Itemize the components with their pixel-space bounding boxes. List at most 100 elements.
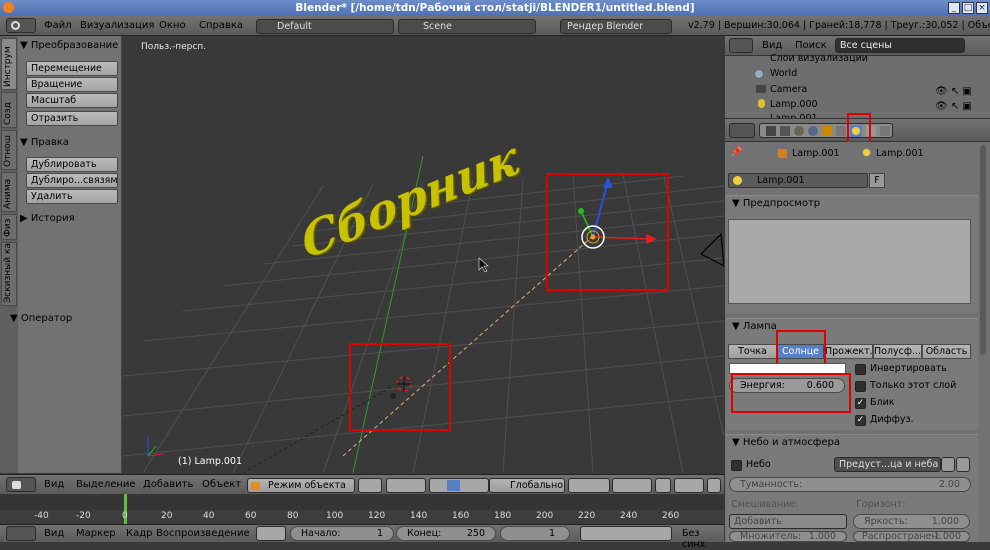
scene-tab-icon[interactable] [794, 126, 804, 136]
history-panel-header[interactable]: ▶ История [20, 213, 120, 224]
object-tab-icon[interactable] [822, 126, 832, 136]
timeline-menu-frame[interactable]: Кадр [126, 528, 153, 539]
menu-render[interactable]: Визуализация [80, 20, 154, 31]
outliner-row-camera[interactable]: Camera [770, 84, 807, 95]
blend-mode-select[interactable]: Добавить [729, 514, 847, 529]
duplicate-linked-button[interactable]: Дублиро...связями [26, 173, 118, 188]
turbidity-slider[interactable]: Туманность: 2.00 [729, 477, 971, 492]
layer-lock-button[interactable] [655, 478, 671, 493]
shading-select[interactable] [358, 478, 382, 493]
tab-tools[interactable]: Инструм [1, 38, 17, 90]
tab-create[interactable]: Созд [1, 92, 17, 128]
maximize-button[interactable]: □ [962, 2, 974, 14]
menu-file[interactable]: Файл [44, 20, 72, 31]
tick-label: 140 [410, 511, 428, 521]
menu-help[interactable]: Справка [199, 20, 243, 31]
close-button[interactable]: × [976, 2, 988, 14]
end-frame-field[interactable]: Конец: 250 [396, 526, 496, 541]
pivot-select[interactable] [386, 478, 426, 493]
menu-select[interactable]: Выделение [76, 479, 136, 490]
preview-panel-header[interactable]: ▼ Предпросмотр [732, 198, 820, 209]
this-layer-only-checkbox[interactable] [855, 381, 866, 392]
world-tab-icon[interactable] [808, 126, 818, 136]
timeline-area[interactable]: -40 -20 0 20 40 60 80 100 120 140 160 18… [0, 494, 724, 524]
fake-user-button[interactable]: F [869, 173, 885, 188]
properties-scrollbar[interactable] [980, 145, 986, 355]
sky-checkbox[interactable] [731, 460, 742, 471]
transform-panel-header[interactable]: ▼ Преобразование [20, 40, 120, 51]
add-preset-button[interactable] [941, 457, 955, 472]
scene-selector[interactable]: Scene [398, 19, 536, 34]
render-tab-icon[interactable] [766, 126, 776, 136]
pin-icon[interactable]: 📌 [730, 147, 742, 158]
context-tabs[interactable] [759, 123, 893, 138]
mirror-button[interactable]: Отразить [26, 111, 118, 126]
minimize-button[interactable]: _ [948, 2, 960, 14]
lamp-type-hemi[interactable]: Полусф... [873, 344, 922, 359]
playback-controls[interactable] [580, 526, 672, 541]
outliner-row-lamp-000[interactable]: Lamp.000 [770, 99, 818, 110]
lamp-panel-header[interactable]: ▼ Лампа [732, 321, 777, 332]
screen-layout-field[interactable]: Default [256, 19, 394, 34]
menu-window[interactable]: Окно [159, 20, 186, 31]
layers-row-2[interactable] [612, 478, 652, 493]
tab-animation[interactable]: Анима [1, 172, 17, 212]
outliner-row-world[interactable]: World [770, 68, 797, 79]
menu-view[interactable]: Вид [44, 479, 64, 490]
outliner-menu-search[interactable]: Поиск [795, 40, 827, 51]
timeline-menu-playback[interactable]: Воспроизведение [156, 528, 250, 539]
layers-row-1[interactable] [568, 478, 610, 493]
datablock-name[interactable]: Lamp.001 [757, 175, 805, 186]
invert-checkbox[interactable] [855, 364, 866, 375]
lamp-type-spot[interactable]: Прожект... [824, 344, 879, 359]
render-layers-tab-icon[interactable] [780, 126, 790, 136]
snap-button[interactable] [707, 478, 721, 493]
spread-slider[interactable]: Распространен: 1.000 [853, 531, 970, 542]
start-frame-field[interactable]: Начало: 1 [290, 526, 394, 541]
diffuse-checkbox[interactable]: ✓ [855, 415, 866, 426]
render-preview-buttons[interactable] [674, 478, 704, 493]
sky-panel-header[interactable]: ▼ Небо и атмосфера [732, 437, 840, 448]
timeline-menu-view[interactable]: Вид [44, 528, 64, 539]
menu-add[interactable]: Добавить [143, 479, 193, 490]
remove-preset-button[interactable] [956, 457, 970, 472]
sky-preset-select[interactable]: Предуст...ца и неба [834, 457, 941, 472]
delete-button[interactable]: Удалить [26, 189, 118, 204]
duplicate-button[interactable]: Дублировать [26, 157, 118, 172]
edit-panel-header[interactable]: ▼ Правка [20, 137, 120, 148]
frame-range-toggle[interactable] [256, 526, 286, 541]
brightness-slider[interactable]: Яркость: 1.000 [853, 514, 970, 529]
tab-physics[interactable]: Физ [1, 214, 17, 240]
current-frame-field[interactable]: 1 [500, 526, 570, 541]
lamp-type-area[interactable]: Область [922, 344, 971, 359]
mode-select[interactable]: Режим объекта [247, 478, 355, 493]
3d-viewport[interactable]: Сборник Польз.-персп. (1) Lamp.001 [123, 36, 724, 473]
menu-object[interactable]: Объект [202, 479, 241, 490]
outliner-row-render-layers[interactable]: Слои визуализации [770, 53, 868, 64]
sync-select[interactable]: Без синх [682, 528, 724, 550]
outliner-menu-view[interactable]: Вид [762, 40, 782, 51]
orientation-select[interactable]: Глобально [489, 478, 565, 493]
tab-relations[interactable]: Отнош [1, 130, 17, 170]
timeline-editor-type[interactable] [6, 526, 36, 541]
physics-tab-icon[interactable] [880, 126, 890, 136]
display-filter-select[interactable]: Все сцены [835, 38, 965, 53]
operator-panel-header[interactable]: ▼ Оператор [10, 313, 110, 324]
lamp-type-point[interactable]: Точка [728, 344, 777, 359]
translate-button[interactable]: Перемещение [26, 61, 118, 76]
scale-button[interactable]: Масштаб [26, 93, 118, 108]
rotate-button[interactable]: Вращение [26, 77, 118, 92]
view3d-editor-type[interactable] [6, 477, 36, 492]
specular-checkbox[interactable]: ✓ [855, 398, 866, 409]
multiplier-slider[interactable]: Множитель: 1.000 [729, 531, 847, 542]
visibility-toggles[interactable]: 👁 ↖ ▣ 👁 ↖ ▣ [935, 84, 975, 114]
tab-grease-pencil[interactable]: Эскизный ка [1, 242, 17, 306]
constraints-tab-icon[interactable] [836, 126, 846, 136]
outliner-editor-type[interactable] [729, 38, 753, 53]
manipulator-buttons[interactable] [429, 478, 489, 493]
editor-type-button[interactable] [6, 18, 36, 33]
timeline-menu-marker[interactable]: Маркер [76, 528, 116, 539]
render-engine-select[interactable]: Рендер Blender [560, 19, 672, 34]
properties-editor-type[interactable] [729, 123, 755, 138]
datablock-selector[interactable]: Lamp.001 [728, 173, 868, 188]
